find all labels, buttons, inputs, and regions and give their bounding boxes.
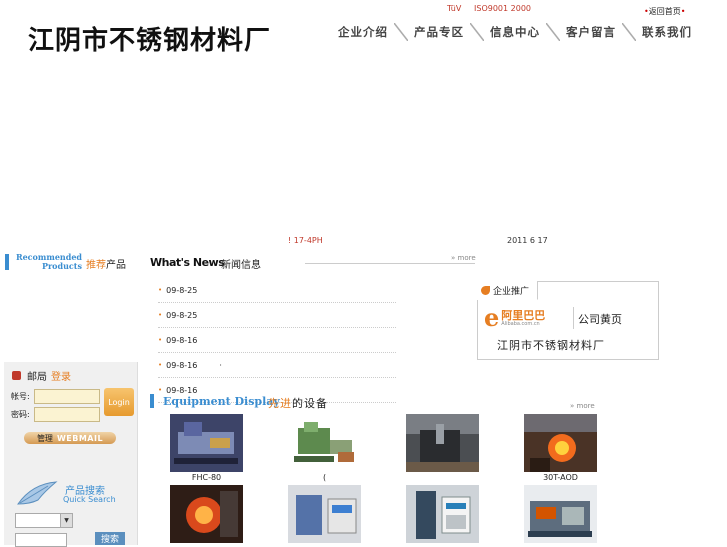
recommended-title-line2: Products <box>41 261 82 271</box>
news-item-date: 09-8-25 <box>166 310 198 320</box>
bullet-icon: • <box>158 386 163 394</box>
info-marquee-text: ! 17-4PH <box>288 236 323 245</box>
news-item-date: 09-8-16 <box>166 360 198 370</box>
recommended-title-highlight: 推荐 <box>86 260 106 271</box>
equipment-photo[interactable] <box>170 414 243 472</box>
news-item[interactable]: • 09-8-25 <box>158 278 396 303</box>
equipment-photo[interactable] <box>406 485 479 543</box>
alibaba-logo-text: 阿里巴巴 <box>501 308 546 322</box>
info-date: 2011 6 17 <box>507 236 548 245</box>
bullet-icon: • <box>158 311 163 319</box>
main-nav: 企业介绍 产品专区 信息中心 客户留言 联系我们 <box>338 23 692 41</box>
news-more-link[interactable]: » more <box>451 254 476 262</box>
password-label: 密码: <box>11 410 30 419</box>
equipment-photo[interactable] <box>524 414 597 472</box>
equipment-more-link[interactable]: » more <box>570 402 595 410</box>
alibaba-logo[interactable]: e 阿里巴巴 Alibaba.com.cn <box>484 305 572 331</box>
category-select[interactable]: ▼ <box>15 513 73 528</box>
news-divider <box>305 263 475 264</box>
nav-item-about[interactable]: 企业介绍 <box>338 24 388 40</box>
leaf-icon <box>481 285 490 295</box>
search-button[interactable]: 搜索 <box>95 532 125 545</box>
equipment-title-en: Equipment Display <box>163 395 280 408</box>
back-home-link[interactable]: •返回首页• <box>644 6 685 17</box>
section-marker <box>5 254 9 270</box>
promo-tab: 企业推广 <box>477 281 539 300</box>
promo-divider <box>573 307 574 329</box>
recommended-title-cn: 推荐产品 <box>86 256 126 271</box>
mail-icon <box>12 371 21 380</box>
webmail-manage-button[interactable]: 管理 WEBMAIL <box>24 432 116 444</box>
back-home-label: 返回首页 <box>648 7 681 16</box>
webmail-label: WEBMAIL <box>56 433 104 443</box>
alibaba-logo-subtext: Alibaba.com.cn <box>501 320 540 327</box>
nav-separator <box>546 23 560 41</box>
nav-separator <box>622 23 636 41</box>
news-more-label: more <box>457 254 476 262</box>
equipment-caption: FHC-80 <box>191 473 222 482</box>
equipment-title-cn: 先进的设备 <box>268 395 328 411</box>
account-label: 帐号: <box>11 392 30 401</box>
iso-cert-label: ISO9001 2000 <box>474 4 531 13</box>
news-list: • 09-8-25 • 09-8-25 • 09-8-16 • 09-8-16 · • 09… <box>158 278 396 403</box>
site-title: 江阴市不锈钢材料厂 <box>28 26 272 56</box>
search-feather-icon <box>17 481 58 505</box>
equipment-photo[interactable] <box>524 485 597 543</box>
news-item[interactable]: • 09-8-25 <box>158 303 396 328</box>
yellow-pages-link[interactable]: 公司黄页 <box>578 311 622 327</box>
news-item[interactable]: • 09-8-16 <box>158 328 396 353</box>
news-title-en: What's News <box>150 256 225 269</box>
recommended-title-rest: 产品 <box>106 260 126 271</box>
chevron-down-icon: ▼ <box>60 514 72 527</box>
promo-company-name[interactable]: 江阴市不锈钢材料厂 <box>497 337 605 353</box>
news-item-date: 09-8-16 <box>166 385 198 395</box>
password-input[interactable] <box>34 407 100 422</box>
recommended-title-en: Recommended Products <box>12 253 82 271</box>
news-item-date: 09-8-25 <box>166 285 198 295</box>
mail-title-label: 邮局 <box>27 372 47 383</box>
bullet-icon: • <box>158 361 163 369</box>
nav-separator <box>394 23 408 41</box>
bullet-icon: • <box>158 336 163 344</box>
manage-label: 管理 <box>36 433 53 443</box>
equipment-photo[interactable] <box>170 485 243 543</box>
news-item-date: 09-8-16 <box>166 335 198 345</box>
equipment-photo[interactable] <box>406 414 479 472</box>
mail-title: 邮局 登录 <box>12 368 71 383</box>
equipment-photo[interactable] <box>288 414 361 472</box>
nav-item-news[interactable]: 信息中心 <box>490 24 540 40</box>
promo-tab-label: 企业推广 <box>493 286 530 297</box>
quick-search-title-en: Quick Search <box>63 495 116 504</box>
alibaba-e-icon: e <box>484 303 500 332</box>
equipment-title-rest: 的设备 <box>292 397 328 410</box>
nav-item-products[interactable]: 产品专区 <box>414 24 464 40</box>
section-marker <box>150 394 154 408</box>
mail-login-link[interactable]: 登录 <box>51 368 71 383</box>
news-item[interactable]: • 09-8-16 · <box>158 353 396 378</box>
nav-item-contact[interactable]: 联系我们 <box>642 24 692 40</box>
bullet-icon: • <box>158 286 163 294</box>
equipment-caption: ( <box>322 473 327 482</box>
equipment-caption: 30T-AOD <box>543 473 578 482</box>
nav-separator <box>470 23 484 41</box>
tuv-cert-label: TüV <box>447 4 462 13</box>
bullet-icon: • <box>680 7 686 16</box>
nav-item-messages[interactable]: 客户留言 <box>566 24 616 40</box>
account-input[interactable] <box>34 389 100 404</box>
news-item-text: · <box>219 360 222 370</box>
news-title-cn: 新闻信息 <box>221 260 261 271</box>
equipment-more-label: more <box>576 402 595 410</box>
equipment-title-highlight: 先进 <box>268 397 292 410</box>
login-button[interactable]: Login <box>104 388 134 416</box>
equipment-photo[interactable] <box>288 485 361 543</box>
